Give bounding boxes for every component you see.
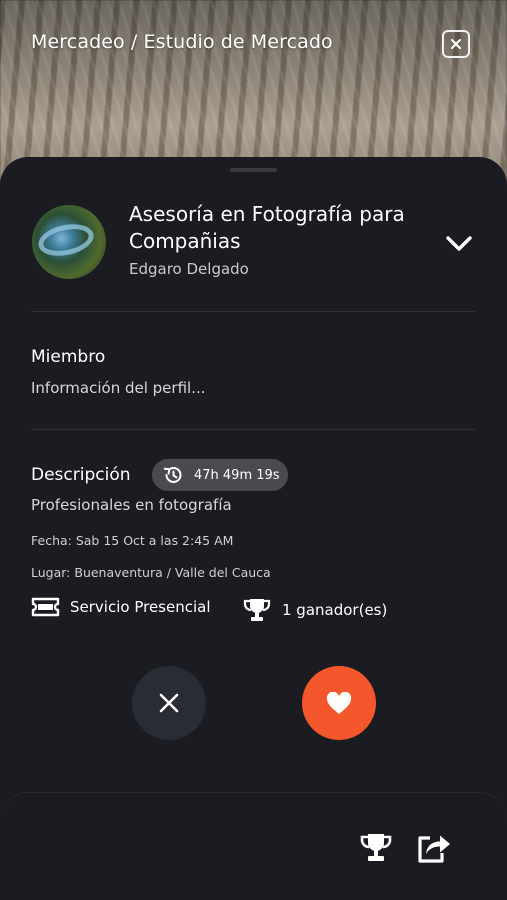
- avatar-image-detail: [35, 219, 97, 261]
- divider: [31, 429, 476, 430]
- trophy-icon[interactable]: [358, 832, 394, 864]
- countdown-badge: 47h 49m 19s: [152, 459, 288, 491]
- close-icon: [159, 693, 179, 713]
- heart-icon: [326, 691, 352, 714]
- sheet-grabber[interactable]: [230, 168, 277, 172]
- close-button[interactable]: [442, 30, 470, 58]
- event-sheet: Asesoría en Fotografía para Compañias Ed…: [0, 157, 507, 900]
- member-info-link[interactable]: Información del perfil...: [31, 379, 206, 397]
- service-type-label: Servicio Presencial: [70, 598, 211, 616]
- bottom-action-bar: [0, 792, 507, 900]
- ticket-icon: [31, 597, 60, 617]
- description-text: Profesionales en fotografía: [31, 496, 232, 514]
- winners-label: 1 ganador(es): [282, 601, 388, 619]
- avatar[interactable]: [32, 205, 106, 279]
- service-type-tag: Servicio Presencial: [31, 597, 211, 617]
- chevron-down-icon[interactable]: [444, 231, 474, 255]
- trophy-icon: [243, 599, 271, 621]
- event-title: Asesoría en Fotografía para Compañias: [129, 202, 405, 253]
- page-title: Mercadeo / Estudio de Mercado: [31, 31, 333, 53]
- owner-name: Edgaro Delgado: [129, 260, 249, 278]
- event-date: Fecha: Sab 15 Oct a las 2:45 AM: [31, 533, 234, 548]
- reject-button[interactable]: [132, 666, 206, 740]
- close-icon: [451, 39, 461, 49]
- share-icon[interactable]: [416, 832, 452, 864]
- event-place: Lugar: Buenaventura / Valle del Cauca: [31, 565, 271, 580]
- member-heading: Miembro: [31, 347, 106, 367]
- countdown-text: 47h 49m 19s: [194, 467, 280, 483]
- divider: [31, 311, 476, 312]
- like-button[interactable]: [302, 666, 376, 740]
- history-icon: [163, 466, 182, 483]
- description-heading: Descripción: [31, 465, 131, 485]
- winners-tag: 1 ganador(es): [242, 597, 387, 623]
